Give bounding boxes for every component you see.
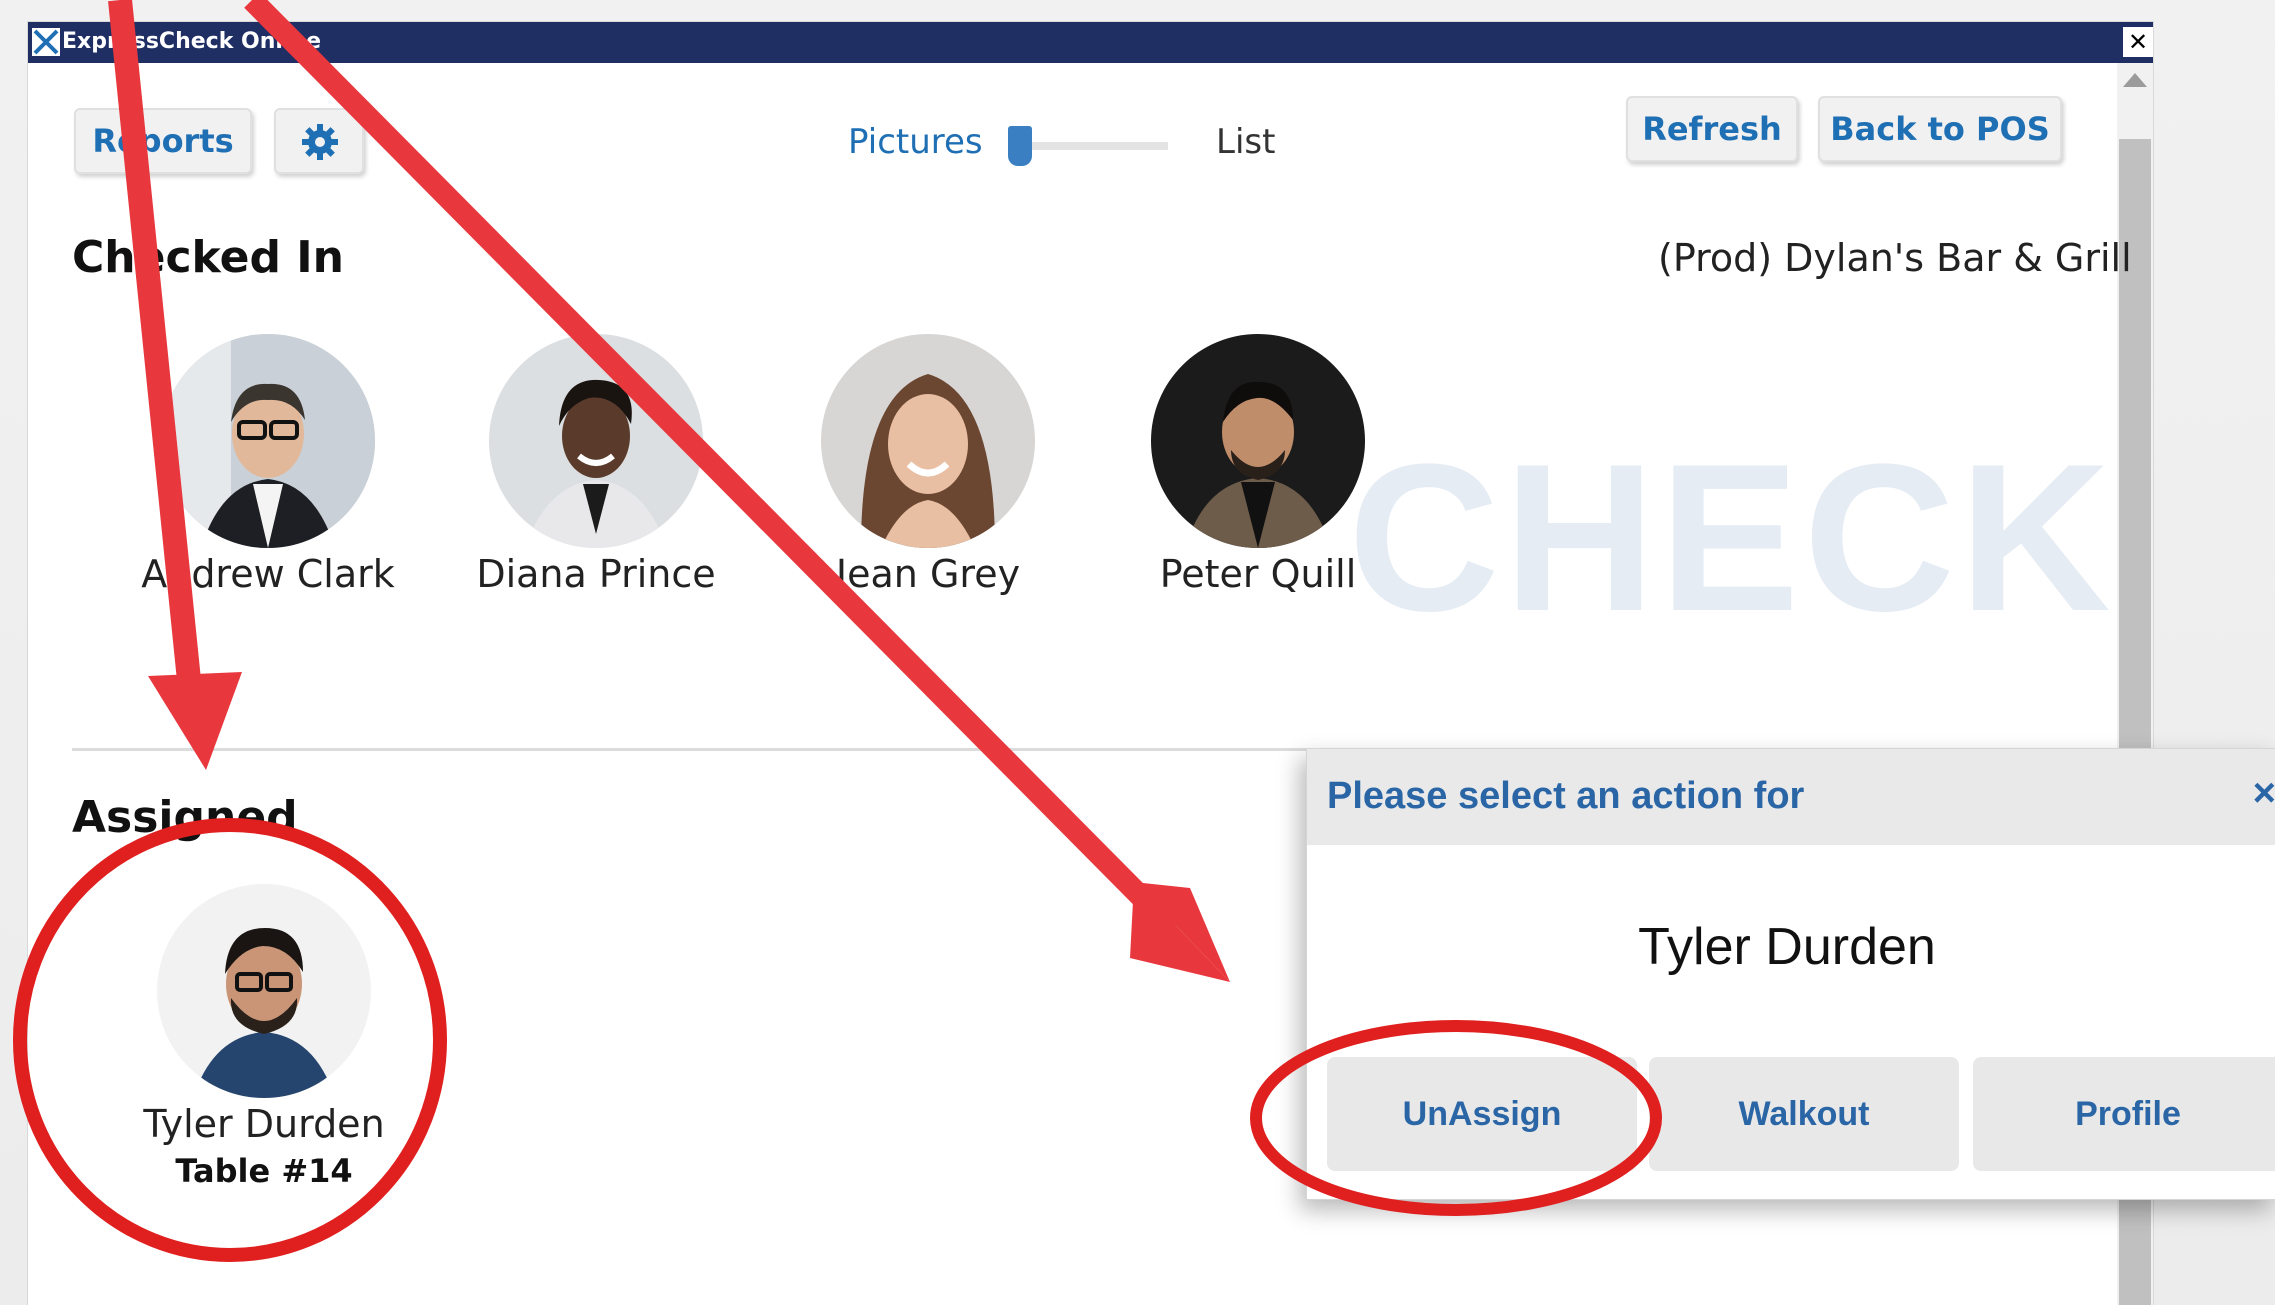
guest-card-jean[interactable]: Jean Grey (798, 334, 1058, 596)
assigned-heading: Assigned (72, 792, 298, 843)
guest-name: Peter Quill (1159, 552, 1357, 596)
guest-name: Andrew Clark (141, 552, 395, 596)
view-toggle-thumb[interactable] (1008, 126, 1032, 166)
avatar (821, 334, 1035, 548)
brand-watermark: CHECK (1348, 420, 2115, 655)
app-logo-icon (32, 28, 60, 56)
guest-card-peter[interactable]: Peter Quill (1128, 334, 1388, 596)
unassign-button[interactable]: UnAssign (1327, 1057, 1637, 1171)
refresh-button[interactable]: Refresh (1626, 96, 1798, 162)
dialog-header: Please select an action for × (1307, 749, 2275, 845)
checked-in-heading: Checked In (72, 232, 344, 283)
avatar (1151, 334, 1365, 548)
guest-name: Jean Grey (835, 552, 1021, 596)
back-to-pos-button[interactable]: Back to POS (1818, 96, 2062, 162)
window-title: ExpressCheck Online (62, 29, 322, 54)
guest-name: Diana Prince (476, 552, 716, 596)
dialog-close-button[interactable]: × (2253, 771, 2275, 816)
avatar (489, 334, 703, 548)
walkout-button[interactable]: Walkout (1649, 1057, 1959, 1171)
profile-button[interactable]: Profile (1973, 1057, 2275, 1171)
avatar (157, 884, 371, 1098)
list-view-label[interactable]: List (1216, 122, 1275, 162)
title-bar: ExpressCheck Online ✕ (28, 22, 2153, 63)
dialog-title: Please select an action for (1327, 775, 1805, 817)
table-number: Table #14 (175, 1152, 353, 1190)
reports-button[interactable]: Reports (74, 108, 252, 174)
gear-icon (302, 124, 338, 160)
venue-name: (Prod) Dylan's Bar & Grill (1658, 236, 2132, 280)
guest-card-diana[interactable]: Diana Prince (466, 334, 726, 596)
window-close-button[interactable]: ✕ (2123, 27, 2153, 57)
dialog-guest-name: Tyler Durden (1638, 918, 1936, 976)
assigned-card-tyler[interactable]: Tyler Durden Table #14 (134, 884, 394, 1190)
guest-name: Tyler Durden (143, 1102, 385, 1146)
scroll-up-icon[interactable] (2123, 73, 2147, 87)
settings-button[interactable] (274, 108, 364, 174)
view-toggle-track[interactable] (1008, 142, 1168, 150)
guest-card-andrew[interactable]: Andrew Clark (138, 334, 398, 596)
pictures-view-label[interactable]: Pictures (848, 122, 983, 162)
avatar (161, 334, 375, 548)
action-dialog: Please select an action for × Tyler Durd… (1306, 748, 2275, 1200)
